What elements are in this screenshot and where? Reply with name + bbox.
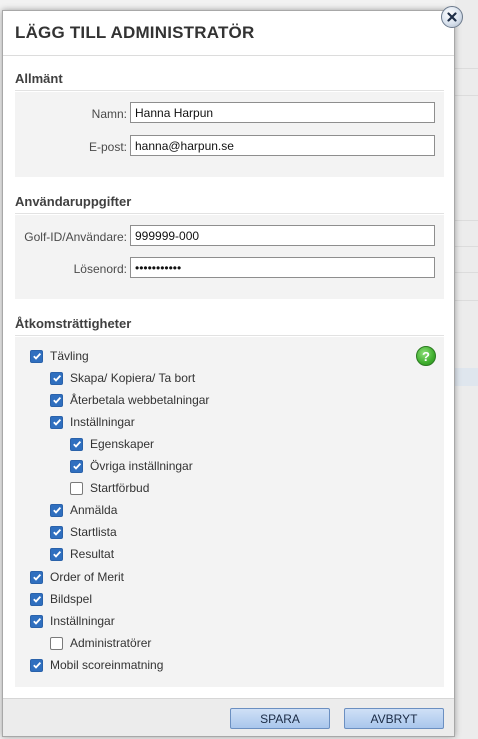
checkbox[interactable]	[50, 547, 63, 561]
name-field[interactable]	[130, 102, 435, 123]
name-label: Namn:	[91, 107, 127, 121]
section-divider	[15, 335, 444, 336]
email-label: E-post:	[88, 140, 127, 154]
perm-label: Skapa/ Kopiera/ Ta bort	[70, 371, 196, 385]
perm-label: Inställningar	[70, 415, 135, 429]
checkbox[interactable]	[70, 437, 83, 451]
perm-anmalda[interactable]: Anmälda	[50, 501, 117, 519]
perm-skapa[interactable]: Skapa/ Kopiera/ Ta bort	[50, 369, 195, 387]
perm-installningar-global[interactable]: Inställningar	[30, 612, 115, 630]
section-user-title: Användaruppgifter	[15, 194, 132, 209]
help-icon[interactable]: ?	[416, 346, 436, 366]
perm-label: Startlista	[70, 525, 117, 539]
perm-ovriga[interactable]: Övriga inställningar	[70, 457, 193, 475]
save-button[interactable]: SPARA	[230, 708, 330, 729]
check-icon	[52, 506, 61, 514]
perm-egenskaper[interactable]: Egenskaper	[70, 435, 154, 453]
section-access-title: Åtkomsträttigheter	[15, 316, 132, 331]
section-general-title: Allmänt	[15, 71, 63, 86]
checkbox[interactable]	[30, 570, 43, 584]
checkbox[interactable]	[50, 525, 63, 539]
check-icon	[32, 617, 41, 625]
title-divider	[3, 55, 454, 56]
check-icon	[52, 550, 61, 558]
golf-id-field[interactable]	[130, 225, 435, 246]
check-icon	[32, 661, 41, 669]
perm-startforbud[interactable]: Startförbud	[70, 479, 149, 497]
checkbox[interactable]	[30, 614, 43, 628]
perm-startlista[interactable]: Startlista	[50, 523, 117, 541]
perm-label: Bildspel	[50, 592, 93, 606]
checkbox[interactable]	[50, 636, 63, 650]
perm-label: Inställningar	[50, 614, 115, 628]
dialog-footer: SPARA AVBRYT	[3, 698, 454, 736]
check-icon	[32, 352, 41, 360]
checkbox[interactable]	[30, 592, 43, 606]
perm-label: Återbetala webbetalningar	[70, 393, 210, 407]
dialog-title: LÄGG TILL ADMINISTRATÖR	[15, 23, 255, 42]
perm-label: Tävling	[50, 349, 89, 363]
perm-mobil[interactable]: Mobil scoreinmatning	[30, 656, 163, 674]
checkbox[interactable]	[50, 393, 63, 407]
close-icon	[447, 12, 457, 22]
perm-installningar[interactable]: Inställningar	[50, 413, 135, 431]
perm-label: Administratörer	[70, 636, 152, 650]
perm-label: Egenskaper	[90, 437, 155, 451]
perm-tavling[interactable]: Tävling	[30, 347, 89, 365]
checkbox[interactable]	[30, 349, 43, 363]
cancel-button[interactable]: AVBRYT	[344, 708, 444, 729]
perm-order-of-merit[interactable]: Order of Merit	[30, 568, 124, 586]
perm-label: Resultat	[70, 547, 115, 561]
perm-label: Mobil scoreinmatning	[50, 658, 164, 672]
check-icon	[52, 418, 61, 426]
perm-aterbetala[interactable]: Återbetala webbetalningar	[50, 391, 209, 409]
check-icon	[52, 396, 61, 404]
email-field[interactable]	[130, 135, 435, 156]
checkbox[interactable]	[50, 503, 63, 517]
perm-administratorer[interactable]: Administratörer	[50, 634, 151, 652]
section-divider	[15, 90, 444, 91]
check-icon	[72, 462, 81, 470]
perm-label: Anmälda	[70, 503, 118, 517]
section-divider	[15, 213, 444, 214]
perm-label: Order of Merit	[50, 570, 125, 584]
add-admin-dialog: LÄGG TILL ADMINISTRATÖR Allmänt Namn: E-…	[2, 10, 455, 737]
password-field[interactable]	[130, 257, 435, 278]
check-icon	[52, 374, 61, 382]
perm-resultat[interactable]: Resultat	[50, 545, 114, 563]
checkbox[interactable]	[70, 459, 83, 473]
background-list	[455, 0, 478, 739]
check-icon	[32, 573, 41, 581]
check-icon	[52, 528, 61, 536]
perm-label: Övriga inställningar	[90, 459, 193, 473]
golf-id-label: Golf-ID/Användare:	[24, 230, 127, 244]
checkbox[interactable]	[50, 415, 63, 429]
password-label: Lösenord:	[73, 262, 127, 276]
perm-label: Startförbud	[90, 481, 150, 495]
perm-bildspel[interactable]: Bildspel	[30, 590, 92, 608]
close-button[interactable]	[441, 6, 463, 28]
check-icon	[32, 595, 41, 603]
checkbox[interactable]	[30, 658, 43, 672]
checkbox[interactable]	[70, 481, 83, 495]
check-icon	[72, 440, 81, 448]
checkbox[interactable]	[50, 371, 63, 385]
